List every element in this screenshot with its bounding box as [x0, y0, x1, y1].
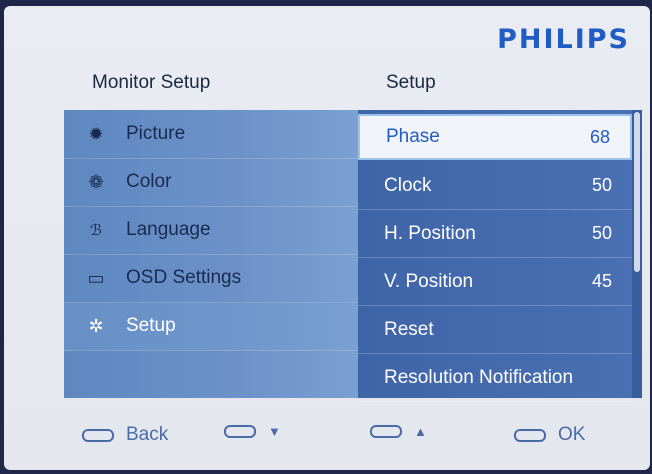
submenu-item-label: Resolution Notification — [384, 366, 574, 388]
down-arrow-icon: ▼ — [268, 424, 281, 439]
main-menu: ✹ Picture ❁ Color ℬ Language ▭ OSD Setti… — [64, 110, 358, 398]
button-guide: Back ▼ ▲ OK — [4, 402, 650, 470]
submenu-item-value: 50 — [591, 223, 612, 243]
menu-item-color[interactable]: ❁ Color — [64, 158, 358, 207]
menu-item-picture[interactable]: ✹ Picture — [64, 110, 358, 159]
brand-logo: PHILIPS — [497, 24, 630, 55]
menu-item-label: OSD Settings — [126, 267, 242, 288]
sun-icon: ✹ — [88, 123, 104, 144]
submenu-item-v-position[interactable]: V. Position 45 — [358, 258, 632, 306]
palette-icon: ❁ — [88, 171, 104, 192]
submenu-item-value: 50 — [591, 175, 612, 195]
osd-header: PHILIPS Monitor Setup Setup — [4, 6, 650, 106]
ok-label: OK — [558, 424, 586, 445]
menu-item-setup[interactable]: ✲ Setup — [64, 302, 358, 351]
button-pill-icon — [224, 425, 256, 438]
submenu-item-h-position[interactable]: H. Position 50 — [358, 210, 632, 258]
submenu-scrollbar[interactable] — [632, 110, 642, 398]
submenu-item-label: Reset — [384, 318, 434, 340]
back-button[interactable]: Back — [82, 424, 168, 446]
menu-item-osd-settings[interactable]: ▭ OSD Settings — [64, 254, 358, 303]
button-pill-icon — [514, 428, 546, 442]
submenu-item-label: V. Position — [384, 270, 474, 292]
language-icon: ℬ — [90, 222, 102, 239]
back-label: Back — [126, 424, 169, 445]
up-button[interactable]: ▲ — [370, 424, 427, 439]
button-pill-icon — [370, 425, 402, 438]
scrollbar-thumb[interactable] — [634, 112, 640, 272]
submenu-item-phase[interactable]: Phase 68 — [358, 114, 632, 160]
osd-screen: PHILIPS Monitor Setup Setup ✹ Picture ❁ … — [4, 6, 650, 470]
button-pill-icon — [82, 428, 114, 442]
up-arrow-icon: ▲ — [414, 424, 427, 439]
menu-item-language[interactable]: ℬ Language — [64, 206, 358, 255]
menu-item-label: Language — [126, 219, 211, 240]
submenu-item-value: 68 — [589, 126, 610, 147]
submenu-item-label: Clock — [384, 174, 432, 196]
submenu-item-label: H. Position — [384, 222, 476, 244]
menu-item-label: Setup — [126, 315, 176, 336]
right-column-title: Setup — [386, 72, 436, 93]
setup-submenu: Phase 68 Clock 50 H. Position 50 V. Posi… — [358, 110, 632, 402]
submenu-item-reset[interactable]: Reset — [358, 306, 632, 354]
gear-icon: ✲ — [88, 315, 104, 336]
menu-item-label: Picture — [126, 123, 186, 144]
left-column-title: Monitor Setup — [92, 72, 211, 93]
menu-item-label: Color — [126, 171, 172, 192]
monitor-icon: ▭ — [87, 267, 105, 288]
submenu-item-label: Phase — [386, 126, 440, 147]
ok-button[interactable]: OK — [514, 424, 585, 446]
submenu-item-value: 45 — [591, 271, 612, 291]
down-button[interactable]: ▼ — [224, 424, 281, 439]
submenu-item-clock[interactable]: Clock 50 — [358, 162, 632, 210]
submenu-item-resolution-notification[interactable]: Resolution Notification — [358, 354, 632, 402]
